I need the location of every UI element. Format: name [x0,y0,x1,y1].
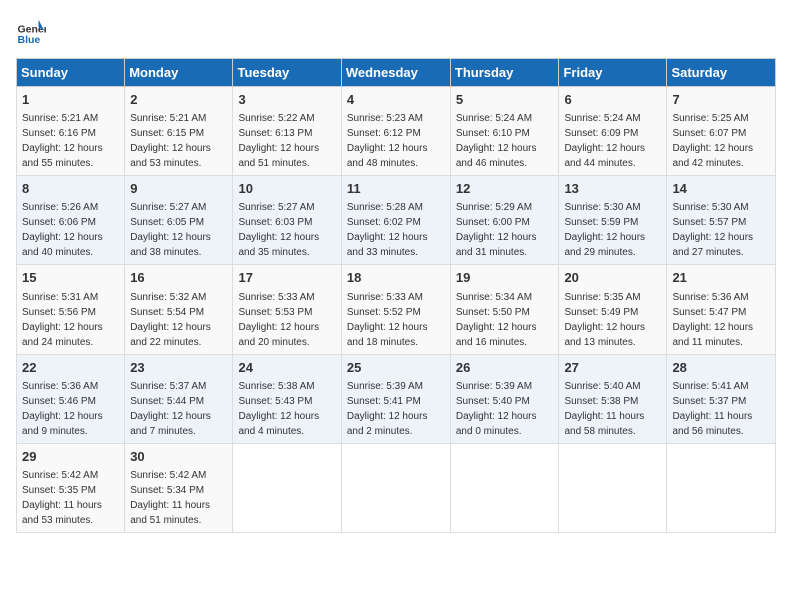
day-cell-4: 4Sunrise: 5:23 AMSunset: 6:12 PMDaylight… [341,87,450,176]
day-header-friday: Friday [559,59,667,87]
day-cell-12: 12Sunrise: 5:29 AMSunset: 6:00 PMDayligh… [450,176,559,265]
day-cell-1: 1Sunrise: 5:21 AMSunset: 6:16 PMDaylight… [17,87,125,176]
empty-cell [559,443,667,532]
day-cell-7: 7Sunrise: 5:25 AMSunset: 6:07 PMDaylight… [667,87,776,176]
day-cell-30: 30Sunrise: 5:42 AMSunset: 5:34 PMDayligh… [125,443,233,532]
day-cell-5: 5Sunrise: 5:24 AMSunset: 6:10 PMDaylight… [450,87,559,176]
day-header-sunday: Sunday [17,59,125,87]
week-row-5: 29Sunrise: 5:42 AMSunset: 5:35 PMDayligh… [17,443,776,532]
day-cell-15: 15Sunrise: 5:31 AMSunset: 5:56 PMDayligh… [17,265,125,354]
day-cell-16: 16Sunrise: 5:32 AMSunset: 5:54 PMDayligh… [125,265,233,354]
week-row-3: 15Sunrise: 5:31 AMSunset: 5:56 PMDayligh… [17,265,776,354]
day-cell-19: 19Sunrise: 5:34 AMSunset: 5:50 PMDayligh… [450,265,559,354]
day-cell-11: 11Sunrise: 5:28 AMSunset: 6:02 PMDayligh… [341,176,450,265]
empty-cell [233,443,341,532]
day-cell-22: 22Sunrise: 5:36 AMSunset: 5:46 PMDayligh… [17,354,125,443]
day-cell-9: 9Sunrise: 5:27 AMSunset: 6:05 PMDaylight… [125,176,233,265]
day-cell-14: 14Sunrise: 5:30 AMSunset: 5:57 PMDayligh… [667,176,776,265]
day-header-saturday: Saturday [667,59,776,87]
logo: General Blue [16,16,46,46]
day-cell-10: 10Sunrise: 5:27 AMSunset: 6:03 PMDayligh… [233,176,341,265]
week-row-4: 22Sunrise: 5:36 AMSunset: 5:46 PMDayligh… [17,354,776,443]
week-row-2: 8Sunrise: 5:26 AMSunset: 6:06 PMDaylight… [17,176,776,265]
calendar-header: SundayMondayTuesdayWednesdayThursdayFrid… [17,59,776,87]
day-header-thursday: Thursday [450,59,559,87]
day-cell-13: 13Sunrise: 5:30 AMSunset: 5:59 PMDayligh… [559,176,667,265]
day-cell-6: 6Sunrise: 5:24 AMSunset: 6:09 PMDaylight… [559,87,667,176]
day-cell-18: 18Sunrise: 5:33 AMSunset: 5:52 PMDayligh… [341,265,450,354]
day-cell-24: 24Sunrise: 5:38 AMSunset: 5:43 PMDayligh… [233,354,341,443]
day-cell-3: 3Sunrise: 5:22 AMSunset: 6:13 PMDaylight… [233,87,341,176]
page-header: General Blue [16,16,776,46]
day-cell-17: 17Sunrise: 5:33 AMSunset: 5:53 PMDayligh… [233,265,341,354]
day-header-monday: Monday [125,59,233,87]
day-cell-28: 28Sunrise: 5:41 AMSunset: 5:37 PMDayligh… [667,354,776,443]
svg-text:Blue: Blue [18,34,41,46]
day-cell-2: 2Sunrise: 5:21 AMSunset: 6:15 PMDaylight… [125,87,233,176]
day-cell-8: 8Sunrise: 5:26 AMSunset: 6:06 PMDaylight… [17,176,125,265]
day-header-tuesday: Tuesday [233,59,341,87]
empty-cell [341,443,450,532]
day-cell-21: 21Sunrise: 5:36 AMSunset: 5:47 PMDayligh… [667,265,776,354]
day-cell-27: 27Sunrise: 5:40 AMSunset: 5:38 PMDayligh… [559,354,667,443]
day-cell-20: 20Sunrise: 5:35 AMSunset: 5:49 PMDayligh… [559,265,667,354]
day-cell-25: 25Sunrise: 5:39 AMSunset: 5:41 PMDayligh… [341,354,450,443]
day-cell-26: 26Sunrise: 5:39 AMSunset: 5:40 PMDayligh… [450,354,559,443]
empty-cell [450,443,559,532]
day-cell-29: 29Sunrise: 5:42 AMSunset: 5:35 PMDayligh… [17,443,125,532]
day-cell-23: 23Sunrise: 5:37 AMSunset: 5:44 PMDayligh… [125,354,233,443]
calendar-table: SundayMondayTuesdayWednesdayThursdayFrid… [16,58,776,533]
day-header-wednesday: Wednesday [341,59,450,87]
week-row-1: 1Sunrise: 5:21 AMSunset: 6:16 PMDaylight… [17,87,776,176]
logo-icon: General Blue [16,16,46,46]
empty-cell [667,443,776,532]
